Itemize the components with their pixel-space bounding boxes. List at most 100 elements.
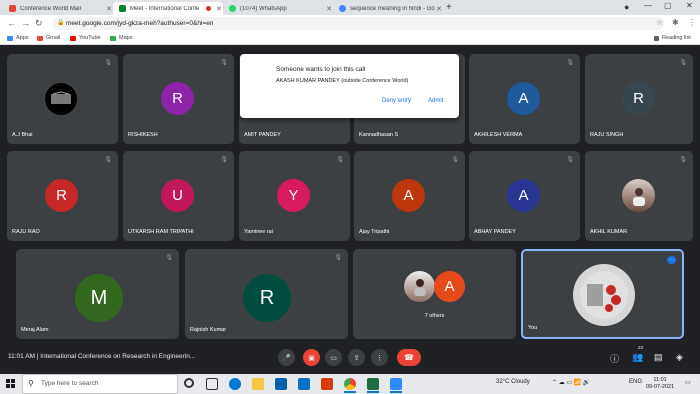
meeting-info-icon[interactable]: ⓘ	[610, 352, 619, 365]
participant-tile[interactable]: 🎙 AKHIL KUMAR	[585, 151, 693, 241]
avatar: A	[392, 179, 425, 212]
avatar-photo	[404, 271, 435, 302]
notifications-icon[interactable]: ▭	[685, 379, 691, 386]
whatsapp-icon	[229, 5, 236, 12]
participant-tile[interactable]: Y 🎙 Yaminee rai	[239, 151, 350, 241]
windows-start-icon[interactable]	[6, 379, 15, 388]
present-button[interactable]: ⇪	[348, 349, 365, 366]
taskbar-clock[interactable]: 11:01 09-07-2021	[646, 377, 674, 391]
taskbar-search-field[interactable]: ⚲ Type here to search	[22, 374, 178, 394]
participant-name: Rajnish Kumar	[190, 327, 227, 333]
admit-button[interactable]: Admit	[428, 98, 443, 104]
cortana-icon[interactable]	[184, 378, 194, 388]
bookmark-youtube[interactable]: YouTube	[70, 35, 101, 41]
participant-tile[interactable]: R 🎙 RISHIKESH	[123, 54, 234, 144]
participant-tile[interactable]: A 🎙 Ajay Tripathi	[354, 151, 465, 241]
excel-icon[interactable]	[367, 378, 379, 393]
bookmark-maps[interactable]: Maps	[110, 35, 132, 41]
close-icon[interactable]: ✕	[325, 5, 333, 13]
maps-icon	[110, 35, 116, 41]
clock-date: 09-07-2021	[646, 384, 675, 390]
tab-label: sequence meaning in hindi - Goo	[350, 5, 435, 12]
store-icon[interactable]	[275, 378, 287, 390]
lock-icon: 🔒	[57, 20, 65, 26]
extensions-icon[interactable]: ✱	[672, 18, 679, 27]
participant-name: RAJU SINGH	[590, 132, 624, 138]
participant-name: Kannadhasan S	[359, 132, 399, 138]
file-explorer-icon[interactable]	[252, 378, 264, 390]
meeting-grid: 🎙 A.J Bhai R 🎙 RISHIKESH AMIT PANDEY Kan…	[0, 45, 700, 374]
participant-tile[interactable]: 🎙 A.J Bhai	[7, 54, 118, 144]
dialog-requester: AKASH KUMAR PANDEY (outside Conference W…	[276, 78, 409, 84]
participant-tile[interactable]: U 🎙 UTKARSH RAM TRIPATHI	[123, 151, 234, 241]
close-icon[interactable]: ✕	[105, 5, 113, 13]
weather-widget[interactable]: 32°C Cloudy	[496, 379, 530, 385]
chat-icon[interactable]: ▤	[654, 352, 663, 363]
bookmark-apps[interactable]: Apps	[7, 35, 29, 41]
end-call-button[interactable]: ☎	[397, 349, 421, 366]
url-field[interactable]: 🔒 meet.google.com/jyd-gkza-meh?authuser=…	[52, 17, 664, 30]
star-icon[interactable]: ☆	[656, 18, 663, 27]
minimize-button[interactable]: —	[644, 1, 652, 10]
participant-tile[interactable]: R 🎙 RAJU SINGH	[585, 54, 693, 144]
deny-entry-button[interactable]: Deny entry	[382, 98, 411, 104]
people-icon[interactable]: 👥	[632, 352, 643, 363]
microphone-icon: 🎤	[282, 354, 291, 362]
meeting-time-title: 11:01 AM | International Conference on R…	[8, 353, 196, 360]
chrome-icon[interactable]	[344, 378, 356, 393]
hang-up-icon: ☎	[404, 353, 414, 362]
close-icon[interactable]: ✕	[215, 5, 223, 13]
search-icon: ⚲	[28, 379, 34, 388]
close-icon[interactable]: ✕	[435, 5, 443, 13]
tab-gmail[interactable]: Conference World Mail ✕	[3, 2, 113, 15]
camera-off-button[interactable]: ▣	[303, 349, 320, 366]
mail-icon[interactable]	[298, 378, 310, 390]
avatar: A	[507, 82, 540, 115]
participant-tile[interactable]: R 🎙 RAJU RAO	[7, 151, 118, 241]
maximize-button[interactable]: ▢	[664, 1, 672, 10]
language-indicator[interactable]: ENG	[629, 379, 642, 385]
person-photo-icon	[413, 278, 426, 296]
participant-tile[interactable]: A 🎙 AKHILESH VERMA	[469, 54, 580, 144]
participant-name: RAJU RAO	[12, 229, 40, 235]
bookmark-gmail[interactable]: Gmail	[37, 35, 60, 41]
close-window-button[interactable]: ✕	[686, 1, 693, 10]
reload-button[interactable]: ↻	[35, 18, 43, 29]
new-tab-button[interactable]: +	[446, 2, 452, 13]
tab-google-search[interactable]: sequence meaning in hindi - Goo ✕	[333, 2, 443, 15]
speaking-indicator-icon: ⋯	[667, 256, 676, 264]
reading-list-label: Reading list	[662, 35, 691, 41]
participant-tile[interactable]: M 🎙 Meraj Alam	[16, 249, 179, 339]
participant-count-badge: 23	[638, 345, 644, 350]
tab-label: Meet - International Confe	[130, 5, 200, 12]
edge-icon[interactable]	[229, 378, 241, 390]
participant-tile[interactable]: A 🎙 ABHAY PANDEY	[469, 151, 580, 241]
tab-meet[interactable]: Meet - International Confe ✕	[113, 2, 223, 15]
participant-name: Meraj Alam	[21, 327, 49, 333]
self-tile[interactable]: ⋯ You	[521, 249, 684, 339]
more-options-button[interactable]: ⋮	[371, 349, 388, 366]
menu-icon[interactable]: ⋮	[688, 18, 696, 27]
captions-icon: ▭	[330, 354, 337, 362]
system-tray-icons[interactable]: ⌃ ☁ ▭ 📶 🔊	[552, 379, 590, 386]
back-button[interactable]: ←	[7, 18, 16, 28]
microphone-button[interactable]: 🎤	[278, 349, 295, 366]
office-icon[interactable]	[321, 378, 333, 390]
profile-icon[interactable]: ●	[624, 2, 629, 12]
avatar: M	[75, 274, 123, 322]
forward-button[interactable]: →	[21, 18, 30, 28]
activities-icon[interactable]: ◈	[676, 352, 683, 363]
others-tile[interactable]: A 7 others	[353, 249, 516, 339]
muted-mic-icon: 🎙	[104, 157, 112, 163]
reading-list-button[interactable]: Reading list	[654, 35, 691, 41]
participant-tile[interactable]: R 🎙 Rajnish Kumar	[185, 249, 348, 339]
google-icon	[339, 5, 346, 12]
avatar: R	[622, 82, 655, 115]
avatar: Y	[277, 179, 310, 212]
avatar: R	[161, 82, 194, 115]
tab-whatsapp[interactable]: (1074) WhatsApp ✕	[223, 2, 333, 15]
zoom-icon[interactable]	[390, 378, 402, 393]
task-view-icon[interactable]	[206, 378, 218, 390]
avatar: U	[161, 179, 194, 212]
captions-button[interactable]: ▭	[325, 349, 342, 366]
